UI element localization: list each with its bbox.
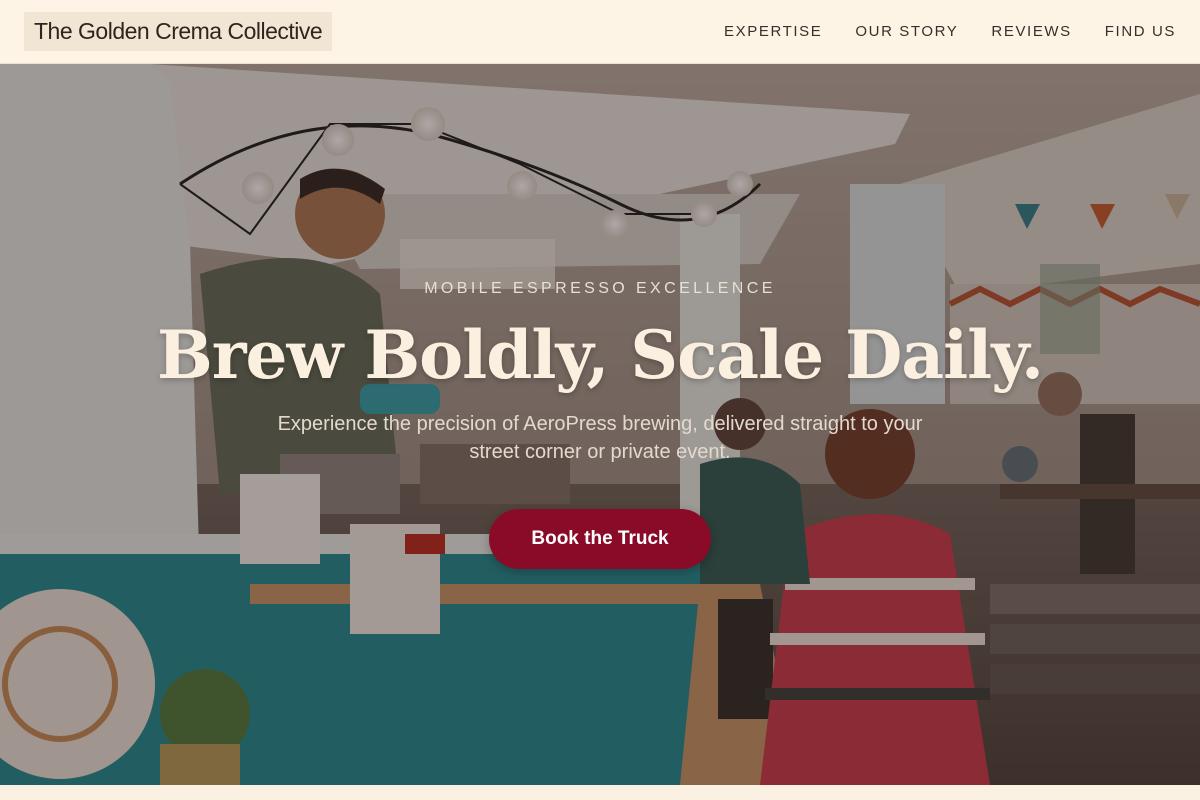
hero-content: MOBILE ESPRESSO EXCELLENCE Brew Boldly, … — [0, 64, 1200, 785]
site-header: The Golden Crema Collective EXPERTISE OU… — [0, 0, 1200, 64]
nav-link-reviews[interactable]: REVIEWS — [991, 23, 1071, 40]
nav-link-find-us[interactable]: FIND US — [1105, 23, 1176, 40]
page-bottom-strip — [0, 785, 1200, 800]
nav-link-our-story[interactable]: OUR STORY — [855, 23, 958, 40]
hero-section: MOBILE ESPRESSO EXCELLENCE Brew Boldly, … — [0, 64, 1200, 785]
nav-link-expertise[interactable]: EXPERTISE — [724, 23, 822, 40]
main-nav: EXPERTISE OUR STORY REVIEWS FIND US — [724, 23, 1176, 40]
book-truck-button[interactable]: Book the Truck — [489, 509, 711, 569]
hero-eyebrow: MOBILE ESPRESSO EXCELLENCE — [424, 280, 776, 297]
hero-headline: Brew Boldly, Scale Daily. — [157, 316, 1044, 394]
site-logo[interactable]: The Golden Crema Collective — [24, 12, 333, 51]
hero-subtext: Experience the precision of AeroPress br… — [277, 413, 923, 463]
